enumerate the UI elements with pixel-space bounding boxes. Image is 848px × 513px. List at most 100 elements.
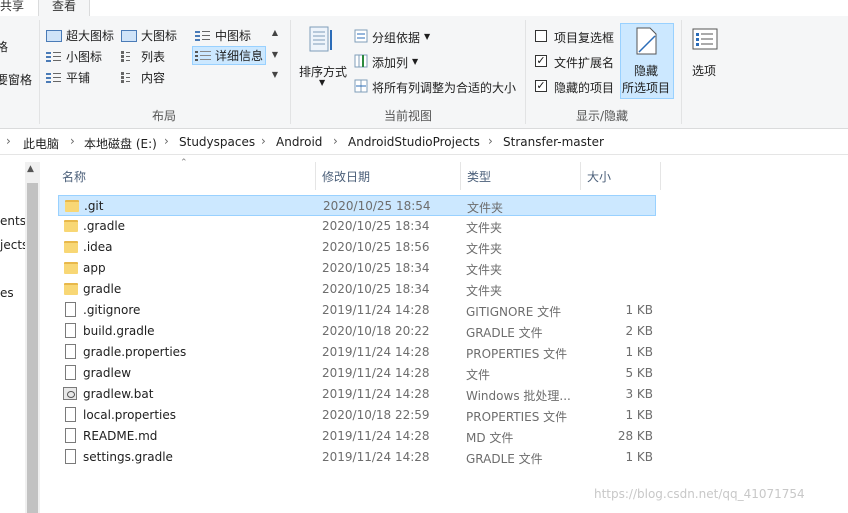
group-separator: [525, 20, 526, 124]
file-row[interactable]: .gitignore 2019/11/24 14:28 GITIGNORE 文件 1 …: [58, 300, 656, 321]
column-divider[interactable]: [580, 162, 581, 190]
breadcrumb-stransfer-master[interactable]: Stransfer-master: [503, 135, 604, 149]
layout-scroll-up-icon[interactable]: ▲: [270, 28, 280, 37]
layout-expand-icon[interactable]: ▼: [270, 70, 280, 79]
layout-extra-large-icons[interactable]: 超大图标: [46, 26, 114, 45]
file-row[interactable]: settings.gradle 2019/11/24 14:28 GRADLE 文件…: [58, 447, 656, 468]
file-type: 文件夹: [466, 263, 503, 277]
nav-scroll-up-icon[interactable]: ▲: [27, 164, 34, 174]
file-row[interactable]: .idea 2020/10/25 18:56 文件夹: [58, 237, 656, 258]
column-divider[interactable]: [315, 162, 316, 190]
file-date-modified: 2020/10/18 22:59: [322, 408, 430, 422]
address-bar[interactable]: › 此电脑 › 本地磁盘 (E:) › Studyspaces › Androi…: [0, 129, 848, 155]
column-header-type[interactable]: 类型: [467, 168, 491, 185]
file-row[interactable]: .git 2020/10/25 18:54 文件夹: [58, 195, 656, 216]
breadcrumb-separator-icon: ›: [261, 134, 266, 148]
column-header-date[interactable]: 修改日期: [322, 168, 370, 185]
file-name: app: [83, 261, 106, 275]
column-divider[interactable]: [460, 162, 461, 190]
layout-scroll-down-icon[interactable]: ▼: [270, 50, 280, 59]
nav-item-fragment[interactable]: jects: [0, 238, 26, 252]
file-row[interactable]: .gradle 2020/10/25 18:34 文件夹: [58, 216, 656, 237]
breadcrumb-studyspaces[interactable]: Studyspaces: [179, 135, 255, 149]
file-icon: [65, 302, 76, 317]
item-checkboxes-checkbox[interactable]: [535, 30, 547, 42]
tab-view[interactable]: 查看: [38, 0, 90, 17]
hidden-items-checkbox[interactable]: ✓: [535, 80, 547, 92]
add-columns-dropdown-icon[interactable]: ▼: [412, 57, 418, 66]
layout-item-label: 内容: [141, 71, 166, 85]
file-name: gradle.properties: [83, 345, 187, 359]
column-header-size[interactable]: 大小: [587, 168, 611, 185]
group-by-dropdown-icon[interactable]: ▼: [424, 32, 430, 41]
file-extensions-label[interactable]: 文件扩展名: [554, 54, 614, 71]
layout-tiles[interactable]: 平铺: [46, 68, 90, 87]
layout-content[interactable]: 内容: [121, 68, 165, 87]
tab-share[interactable]: 共享: [0, 0, 38, 16]
layout-item-label: 平铺: [66, 71, 91, 85]
group-by-button[interactable]: 分组依据: [372, 29, 420, 46]
file-type: 文件夹: [466, 284, 503, 298]
layout-list[interactable]: 列表: [121, 47, 165, 66]
file-type: GRADLE 文件: [466, 326, 543, 340]
content-view-icon: [121, 71, 137, 84]
item-checkboxes-label[interactable]: 项目复选框: [554, 29, 614, 46]
file-row[interactable]: gradlew 2019/11/24 14:28 文件 5 KB: [58, 363, 656, 384]
file-date-modified: 2020/10/25 18:34: [322, 261, 430, 275]
nav-scrollbar-thumb[interactable]: [27, 183, 38, 513]
sort-by-dropdown-icon[interactable]: ▼: [319, 78, 325, 87]
large-icons-icon: [121, 29, 137, 42]
folder-icon: [64, 241, 78, 253]
file-date-modified: 2020/10/25 18:56: [322, 240, 430, 254]
details-view-icon: [195, 49, 211, 62]
file-date-modified: 2020/10/18 20:22: [322, 324, 430, 338]
file-icon: [65, 407, 76, 422]
file-type: PROPERTIES 文件: [466, 410, 568, 424]
file-name: settings.gradle: [83, 450, 173, 464]
file-icon: [65, 323, 76, 338]
file-row[interactable]: gradle 2020/10/25 18:34 文件夹: [58, 279, 656, 300]
file-size: 1 KB: [625, 345, 653, 359]
navigation-pane-fragment[interactable]: 格: [0, 38, 8, 55]
file-name: .idea: [83, 240, 113, 254]
add-columns-button[interactable]: 添加列: [372, 54, 408, 71]
file-icon: [65, 344, 76, 359]
medium-icons-icon: [195, 29, 211, 42]
details-pane-fragment[interactable]: 要窗格: [0, 71, 32, 88]
file-date-modified: 2020/10/25 18:34: [322, 282, 430, 296]
hidden-items-label[interactable]: 隐藏的项目: [554, 79, 614, 96]
layout-medium-icons[interactable]: 中图标: [195, 26, 251, 45]
options-button[interactable]: 选项: [692, 62, 716, 79]
file-row[interactable]: local.properties 2020/10/18 22:59 PROPERTI…: [58, 405, 656, 426]
nav-item-fragment[interactable]: es: [0, 286, 26, 300]
fit-columns-icon: [354, 79, 368, 93]
watermark-text: https://blog.csdn.net/qq_41071754: [594, 487, 805, 501]
layout-small-icons[interactable]: 小图标: [46, 47, 102, 66]
column-divider[interactable]: [660, 162, 661, 190]
file-row[interactable]: app 2020/10/25 18:34 文件夹: [58, 258, 656, 279]
breadcrumb-android[interactable]: Android: [276, 135, 322, 149]
file-row[interactable]: build.gradle 2020/10/18 20:22 GRADLE 文件 2 K…: [58, 321, 656, 342]
breadcrumb-separator-icon: ›: [333, 134, 338, 148]
group-title-current-view: 当前视图: [384, 109, 433, 123]
breadcrumb-androidstudioprojects[interactable]: AndroidStudioProjects: [348, 135, 480, 149]
file-date-modified: 2020/10/25 18:54: [323, 199, 431, 213]
fit-columns-button[interactable]: 将所有列调整为合适的大小: [372, 79, 516, 96]
file-row[interactable]: gradlew.bat 2019/11/24 14:28 Windows 批处理..…: [58, 384, 656, 405]
file-extensions-checkbox[interactable]: ✓: [535, 55, 547, 67]
nav-item-fragment[interactable]: ents: [0, 214, 26, 228]
layout-large-icons[interactable]: 大图标: [121, 26, 177, 45]
file-date-modified: 2019/11/24 14:28: [322, 345, 430, 359]
file-name: .git: [84, 199, 104, 213]
breadcrumb-local-disk[interactable]: 本地磁盘 (E:): [84, 135, 157, 152]
layout-item-label: 大图标: [141, 29, 178, 43]
hide-selected-icon: [636, 27, 657, 55]
file-row[interactable]: README.md 2019/11/24 14:28 MD 文件 28 KB: [58, 426, 656, 447]
file-row[interactable]: gradle.properties 2019/11/24 14:28 PROPERT…: [58, 342, 656, 363]
column-header-name[interactable]: 名称: [62, 168, 86, 185]
group-title-layout: 布局: [152, 109, 177, 123]
breadcrumb-this-pc[interactable]: 此电脑: [23, 135, 59, 152]
file-date-modified: 2020/10/25 18:34: [322, 219, 430, 233]
layout-item-label: 列表: [141, 50, 166, 64]
layout-details[interactable]: 详细信息: [192, 46, 266, 65]
